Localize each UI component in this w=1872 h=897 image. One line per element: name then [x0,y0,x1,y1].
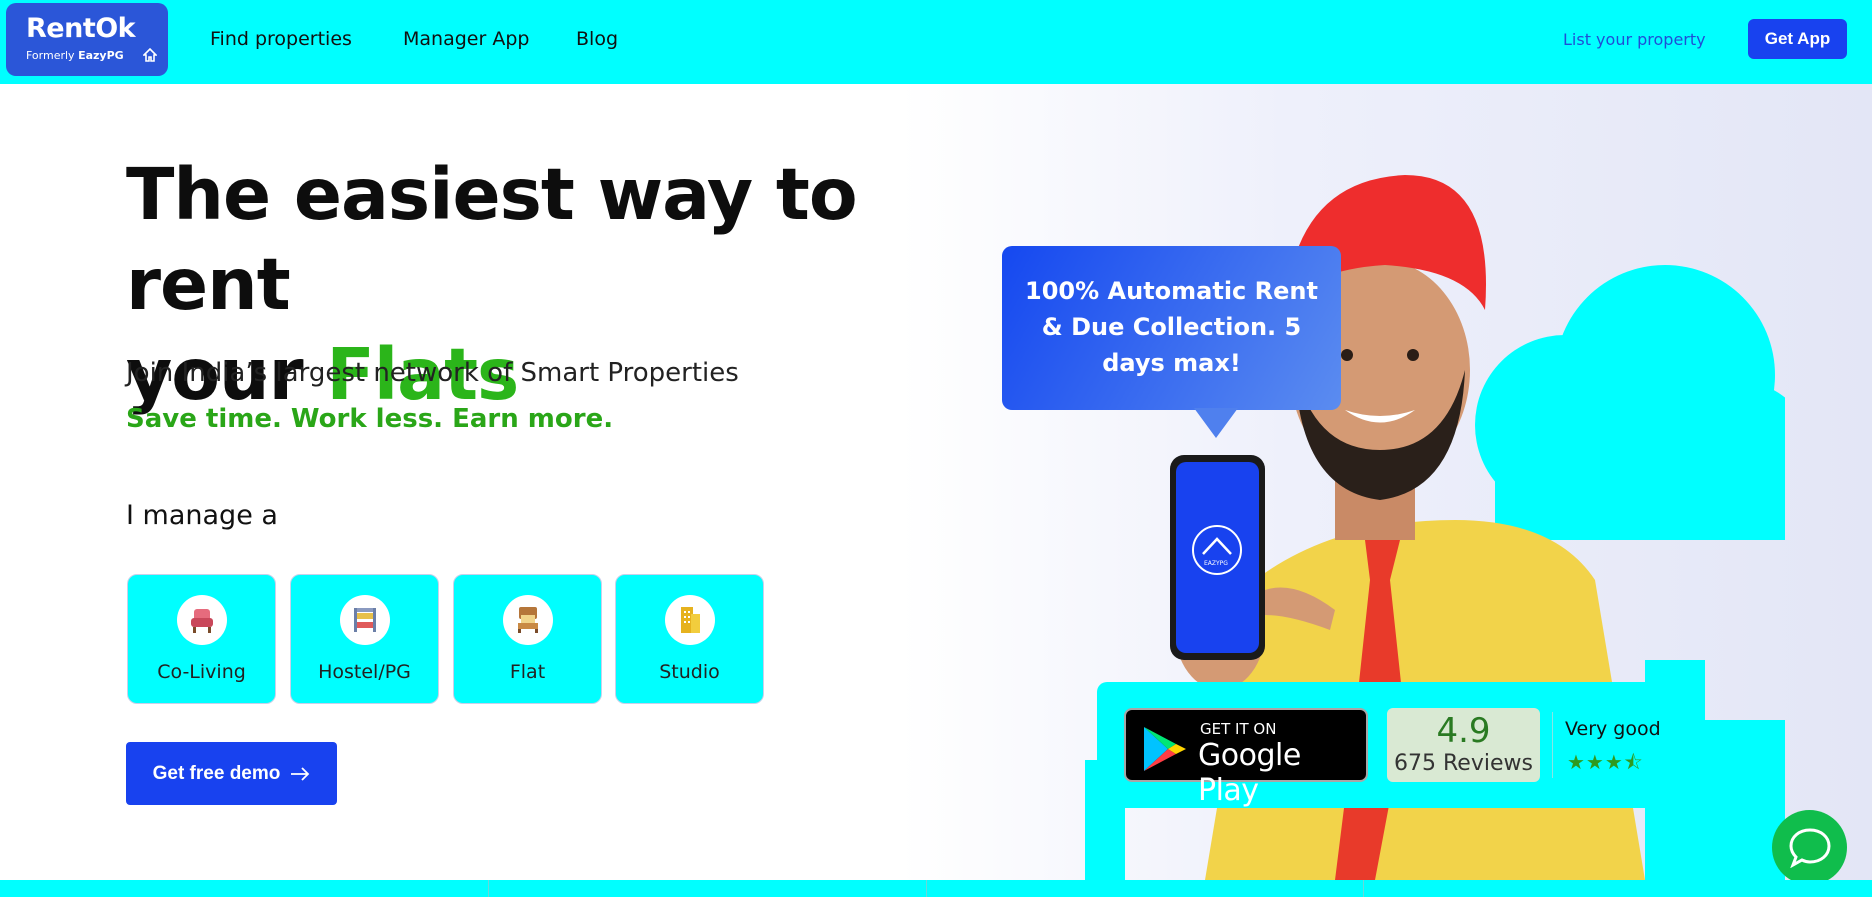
logo-brand-text: RentOk [26,13,136,44]
bubble-tail [1194,408,1238,438]
cloud-shape [1475,265,1785,540]
top-navbar: RentOk Formerly EazyPG Find properties M… [0,0,1872,84]
arrow-right-icon [291,766,310,781]
hero-subtitle: Join India’s largest network of Smart Pr… [126,358,739,388]
phone-app-label: EAZYPG [1204,560,1228,567]
nav-blog[interactable]: Blog [576,28,618,50]
google-play-icon [1144,727,1186,771]
home-icon [143,48,157,62]
star-rating-icon: ★★★⯪ [1567,750,1644,774]
category-label: Flat [509,661,546,683]
nav-find-properties[interactable]: Find properties [210,28,352,50]
co-living-circle [177,595,227,645]
list-property-link[interactable]: List your property [1563,30,1706,49]
rating-score-box: 4.9 675 Reviews [1387,708,1540,782]
manage-label: I manage a [126,500,278,531]
studio-circle [665,595,715,645]
bed-icon [518,607,538,633]
rating-score: 4.9 [1436,711,1491,751]
review-count: 675 Reviews [1394,751,1533,776]
google-play-badge[interactable]: GET IT ON Google Play [1124,708,1368,808]
category-label: Hostel/PG [318,661,411,683]
strip-separator [488,880,489,897]
bottom-stats-strip [0,880,1872,897]
automatic-rent-bubble: 100% Automatic Rent & Due Collection. 5 … [1002,246,1341,410]
armchair-icon [191,609,213,633]
chat-bubble-icon [1789,828,1831,868]
rating-quality: Very good [1565,718,1661,740]
hero-title-line1: The easiest way to rent [126,153,858,326]
google-play-label: Google Play [1198,738,1301,808]
category-label: Studio [659,661,720,683]
strip-separator [1363,880,1364,897]
get-app-button[interactable]: Get App [1748,19,1847,59]
rentok-logo[interactable]: RentOk Formerly EazyPG [6,3,168,76]
category-flat[interactable]: Flat [453,574,602,704]
bunk-bed-icon [354,608,376,632]
logo-formerly-text: Formerly EazyPG [26,49,124,62]
nav-manager-app[interactable]: Manager App [403,28,529,50]
hostel-circle [340,595,390,645]
demo-button-label: Get free demo [152,762,281,784]
formerly-label: Formerly [26,49,75,62]
chat-widget-button[interactable] [1772,810,1847,885]
get-it-on-label: GET IT ON [1200,720,1277,738]
app-rating-card: GET IT ON Google Play 4.9 675 Reviews Ve… [1097,682,1684,808]
building-icon [681,607,700,633]
rating-divider [1552,712,1553,778]
hero-tagline: Save time. Work less. Earn more. [126,404,614,434]
flat-circle [503,595,553,645]
category-hostel-pg[interactable]: Hostel/PG [290,574,439,704]
formerly-brand: EazyPG [78,49,124,62]
category-co-living[interactable]: Co-Living [127,574,276,704]
get-free-demo-button[interactable]: Get free demo [126,742,337,805]
category-studio[interactable]: Studio [615,574,764,704]
category-label: Co-Living [157,661,246,683]
strip-separator [926,880,927,897]
